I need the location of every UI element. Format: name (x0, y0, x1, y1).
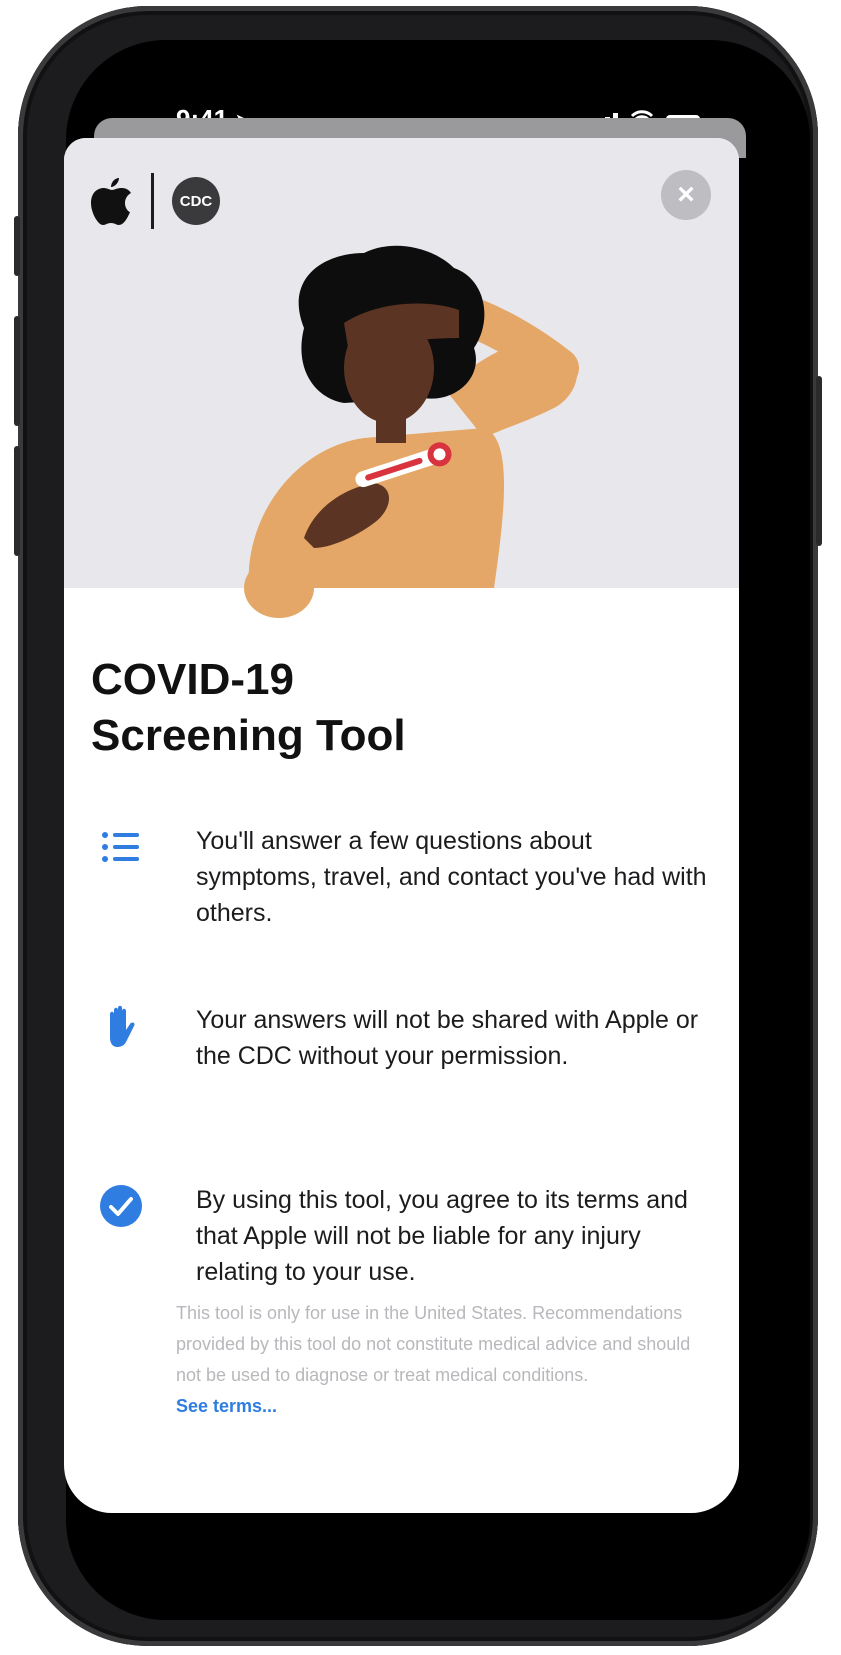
hand-icon (99, 1004, 143, 1048)
sick-person-illustration (244, 245, 579, 618)
info-text-questions: You'll answer a few questions about symp… (196, 827, 707, 927)
fine-print: This tool is only for use in the United … (176, 1298, 716, 1422)
page-title: COVID-19 Screening Tool (91, 655, 406, 760)
volume-down-button (14, 446, 20, 556)
info-row-privacy: Your answers will not be shared with App… (84, 1002, 704, 1112)
hero-illustration-area: CDC × (64, 138, 739, 618)
silent-switch (14, 216, 20, 276)
info-row-terms: By using this tool, you agree to its ter… (84, 1182, 704, 1292)
see-terms-link[interactable]: See terms... (176, 1391, 716, 1422)
screening-card: CDC × COVID-19 Screening Tool You'll ans… (64, 138, 739, 1513)
info-text-privacy: Your answers will not be shared with App… (196, 1006, 699, 1070)
power-button (816, 376, 822, 546)
status-bar: 9:41 ➤ (66, 40, 810, 134)
info-row-questions: You'll answer a few questions about symp… (84, 823, 707, 933)
volume-up-button (14, 316, 20, 426)
info-text-terms: By using this tool, you agree to its ter… (196, 1186, 688, 1286)
checkmark-icon (99, 1184, 143, 1228)
list-icon (99, 825, 143, 869)
